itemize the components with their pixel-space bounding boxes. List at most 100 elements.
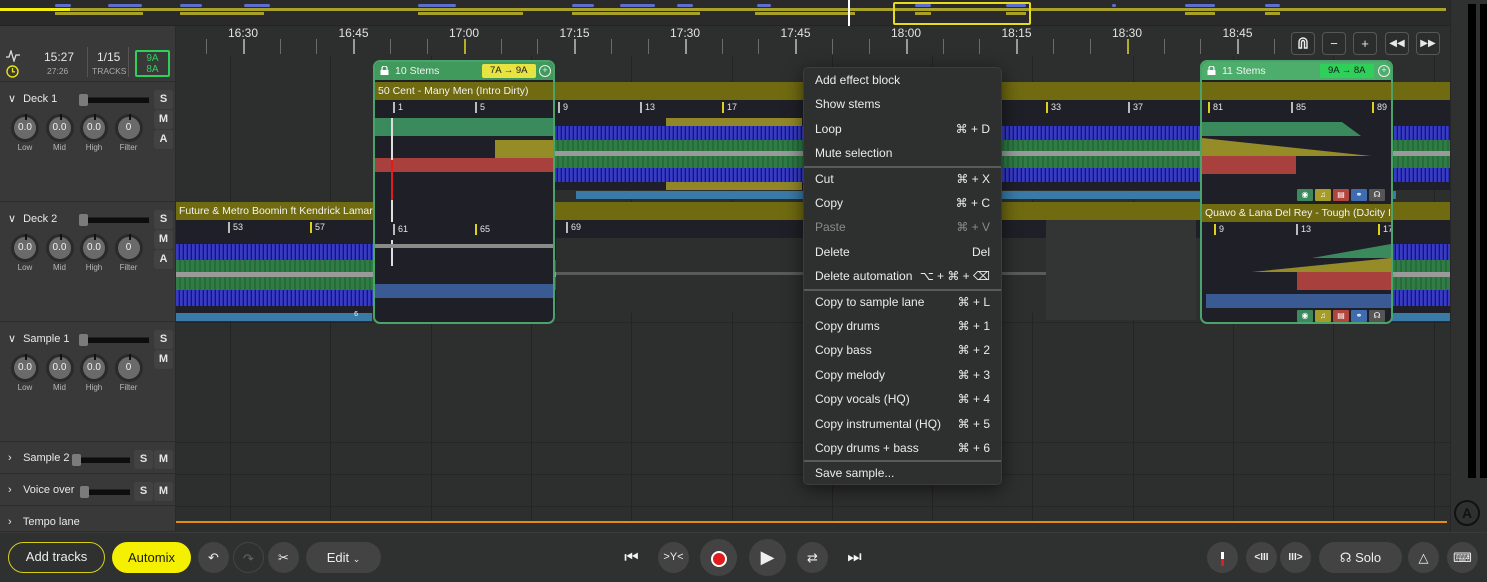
loop-button[interactable]: ⇄ — [797, 542, 828, 573]
key-transition-badge[interactable]: 9A → 8A — [1320, 64, 1374, 78]
scroll-left-button[interactable]: ◀◀ — [1385, 32, 1409, 55]
menu-item-mute-selection[interactable]: Mute selection — [804, 141, 1001, 165]
menu-item-copy-bass[interactable]: Copy bass ⌘ + 2 — [804, 338, 1001, 362]
fader-handle[interactable] — [79, 334, 88, 346]
eq-knob-high[interactable]: 0.0 High — [80, 354, 108, 392]
zoom-in-icon[interactable]: + — [1378, 65, 1390, 77]
menu-item-copy-drums[interactable]: Copy drums ⌘ + 1 — [804, 314, 1001, 338]
skip-next-button[interactable]: ⏭ — [839, 542, 870, 573]
zoom-in-icon[interactable]: + — [539, 65, 551, 77]
volume-fader[interactable] — [72, 454, 130, 466]
menu-item-copy-drums-bass[interactable]: Copy drums + bass ⌘ + 6 — [804, 436, 1001, 460]
automix-button[interactable]: Automix — [112, 542, 191, 573]
microphone-icon[interactable]: ⚭ — [1351, 310, 1367, 322]
headphones-icon[interactable]: ☊ — [1369, 189, 1385, 201]
menu-item-copy-to-sample-lane[interactable]: Copy to sample lane ⌘ + L — [804, 290, 1001, 314]
split-button[interactable]: ✂ — [268, 542, 299, 573]
eq-knob-low[interactable]: 0.0 Low — [11, 234, 39, 272]
fader-handle[interactable] — [80, 486, 89, 498]
deck-m-button[interactable]: M — [154, 350, 173, 369]
nudge-right-button[interactable]: III> — [1280, 542, 1311, 573]
overview-viewport-window[interactable] — [893, 2, 1031, 25]
deck-toggle[interactable]: ∨ Deck 2 — [8, 212, 57, 225]
menu-item-cut[interactable]: Cut ⌘ + X — [804, 167, 1001, 191]
overview-playhead[interactable] — [848, 0, 850, 26]
undo-button[interactable]: ↶ — [198, 542, 229, 573]
scroll-right-button[interactable]: ▶▶ — [1416, 32, 1440, 55]
solo-button[interactable]: ☊ Solo — [1319, 542, 1402, 573]
volume-fader[interactable] — [79, 94, 149, 106]
deck-s-button[interactable]: S — [134, 450, 153, 469]
deck-s-button[interactable]: S — [134, 482, 153, 501]
time-ruler[interactable]: 16:30 16:45 17:00 17:15 17:30 17:45 18:00 18:15… — [176, 26, 1450, 56]
keyboard-shortcuts-button[interactable]: ⌨ — [1447, 542, 1478, 573]
deck-a-button[interactable]: A — [154, 130, 173, 149]
eq-knob-filter[interactable]: 0 Filter — [114, 114, 143, 152]
deck-toggle[interactable]: ∨ Sample 1 — [8, 332, 70, 345]
headphones-icon[interactable]: ☊ — [1369, 310, 1385, 322]
play-button[interactable]: ▶ — [749, 539, 786, 576]
overview-minimap[interactable] — [0, 0, 1450, 26]
nudge-left-button[interactable]: <III — [1246, 542, 1277, 573]
piano-icon[interactable]: ▤ — [1333, 310, 1349, 322]
deck-s-button[interactable]: S — [154, 210, 173, 229]
volume-fader[interactable] — [79, 334, 149, 346]
eq-knob-filter[interactable]: 0 Filter — [114, 354, 143, 392]
eq-knob-mid[interactable]: 0.0 Mid — [45, 114, 74, 152]
deck-toggle[interactable]: ∨ Deck 1 — [8, 92, 57, 105]
deck-toggle[interactable]: › Tempo lane — [8, 516, 80, 528]
menu-item-copy[interactable]: Copy ⌘ + C — [804, 191, 1001, 215]
deck-toggle[interactable]: › Voice over — [8, 484, 74, 496]
piano-icon[interactable]: ▤ — [1333, 189, 1349, 201]
menu-item-show-stems[interactable]: Show stems — [804, 92, 1001, 116]
eq-knob-mid[interactable]: 0.0 Mid — [45, 354, 74, 392]
microphone-icon[interactable]: ⚭ — [1351, 189, 1367, 201]
eq-knob-high[interactable]: 0.0 High — [80, 234, 108, 272]
fader-handle[interactable] — [72, 454, 81, 466]
sync-button[interactable]: >Υ< — [658, 542, 689, 573]
eq-knob-low[interactable]: 0.0 Low — [11, 114, 39, 152]
eq-knob-high[interactable]: 0.0 High — [80, 114, 108, 152]
volume-level-button[interactable] — [1207, 542, 1238, 573]
fader-handle[interactable] — [79, 94, 88, 106]
deck-s-button[interactable]: S — [154, 90, 173, 109]
snap-magnet-button[interactable] — [1291, 32, 1315, 55]
menu-item-copy-melody[interactable]: Copy melody ⌘ + 3 — [804, 363, 1001, 387]
guitar-icon[interactable]: ♫ — [1315, 310, 1331, 322]
key-indicator[interactable]: 9A 8A — [135, 50, 170, 77]
deck-m-button[interactable]: M — [154, 450, 173, 469]
drums-icon[interactable]: ◉ — [1297, 310, 1313, 322]
drums-icon[interactable]: ◉ — [1297, 189, 1313, 201]
stem-block-1[interactable]: 10 Stems 7A → 9A + 50 Cent - Many Men (I… — [373, 60, 555, 324]
menu-item-delete[interactable]: Delete Del — [804, 240, 1001, 264]
tempo-lane-line[interactable] — [176, 521, 1447, 523]
deck-m-button[interactable]: M — [154, 482, 173, 501]
eq-knob-filter[interactable]: 0 Filter — [114, 234, 143, 272]
eq-knob-mid[interactable]: 0.0 Mid — [45, 234, 74, 272]
menu-item-copy-instrumental-hq[interactable]: Copy instrumental (HQ) ⌘ + 5 — [804, 412, 1001, 436]
zoom-in-button[interactable]: + — [1353, 32, 1377, 55]
record-button[interactable] — [700, 539, 737, 576]
skip-previous-button[interactable]: ⏮ — [616, 542, 647, 573]
guitar-icon[interactable]: ♫ — [1315, 189, 1331, 201]
fader-handle[interactable] — [79, 214, 88, 226]
volume-fader[interactable] — [80, 486, 130, 498]
menu-item-save-sample[interactable]: Save sample... — [804, 461, 1001, 485]
deck-m-button[interactable]: M — [154, 230, 173, 249]
volume-fader[interactable] — [79, 214, 149, 226]
zoom-out-button[interactable]: − — [1322, 32, 1346, 55]
deck-s-button[interactable]: S — [154, 330, 173, 349]
deck-m-button[interactable]: M — [154, 110, 173, 129]
deck-toggle[interactable]: › Sample 2 — [8, 452, 70, 464]
menu-item-delete-automation[interactable]: Delete automation ⌥ + ⌘ + ⌫ — [804, 264, 1001, 288]
eq-knob-low[interactable]: 0.0 Low — [11, 354, 39, 392]
edit-dropdown[interactable]: Edit ⌄ — [306, 542, 381, 573]
add-tracks-button[interactable]: Add tracks — [8, 542, 105, 573]
menu-item-loop[interactable]: Loop ⌘ + D — [804, 117, 1001, 141]
metronome-button[interactable]: △ — [1408, 542, 1439, 573]
key-transition-badge[interactable]: 7A → 9A — [482, 64, 536, 78]
menu-item-add-effect-block[interactable]: Add effect block — [804, 68, 1001, 92]
menu-item-copy-vocals-hq[interactable]: Copy vocals (HQ) ⌘ + 4 — [804, 387, 1001, 411]
redo-button[interactable]: ↷ — [233, 542, 264, 573]
stem-block-2[interactable]: 11 Stems 9A → 8A + 81 85 89 ◉ ♫ ▤ ⚭ ☊ Qu… — [1200, 60, 1393, 324]
